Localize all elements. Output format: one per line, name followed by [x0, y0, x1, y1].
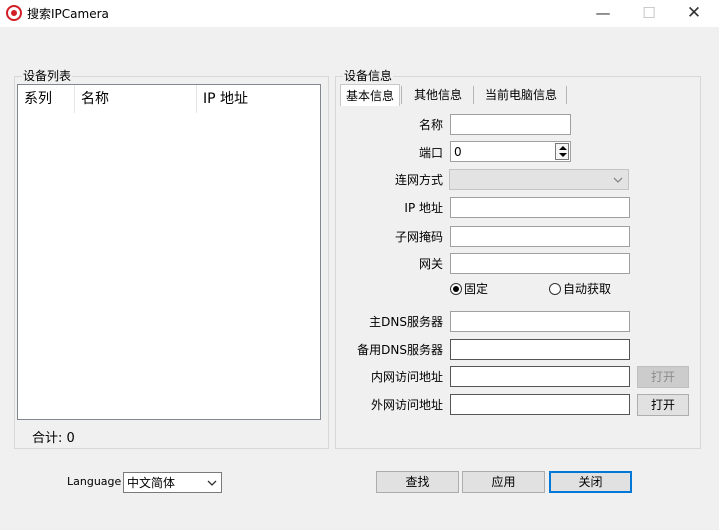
column-header-series[interactable]: 系列 [18, 85, 75, 113]
spin-up-icon[interactable] [559, 146, 567, 150]
tab-current-pc-info[interactable]: 当前电脑信息 [478, 84, 564, 106]
tab-separator [566, 86, 567, 104]
search-button[interactable]: 查找 [376, 471, 459, 493]
device-total-count: 合计: 0 [32, 431, 75, 446]
subnet-mask-input[interactable] [450, 226, 630, 247]
connection-mode-select[interactable] [449, 169, 629, 190]
open-wan-button[interactable]: 打开 [637, 394, 689, 416]
close-button[interactable]: 关闭 [549, 471, 632, 493]
language-value: 中文简体 [127, 476, 176, 490]
gateway-label: 网关 [418, 257, 443, 271]
tab-separator [401, 86, 402, 104]
column-header-ip[interactable]: IP 地址 [197, 85, 320, 113]
port-spin-control[interactable] [555, 143, 569, 160]
port-label: 端口 [418, 146, 443, 160]
wan-address-label: 外网访问地址 [370, 398, 443, 412]
device-list[interactable]: 系列 名称 IP 地址 [17, 84, 321, 420]
lan-address-input[interactable] [450, 366, 630, 387]
lan-address-label: 内网访问地址 [370, 370, 443, 384]
radio-fixed[interactable] [450, 283, 462, 295]
close-window-button[interactable]: ✕ [671, 0, 717, 27]
window-title: 搜索IPCamera [27, 7, 109, 21]
maximize-button[interactable]: ☐ [626, 0, 672, 27]
connection-mode-label: 连网方式 [394, 173, 443, 187]
tab-other-info[interactable]: 其他信息 [407, 84, 469, 106]
name-input[interactable] [450, 114, 571, 135]
ip-input[interactable] [450, 197, 630, 218]
device-list-group-label: 设备列表 [22, 69, 73, 83]
language-label: Language [67, 475, 122, 488]
secondary-dns-input[interactable] [450, 339, 630, 360]
wan-address-input[interactable] [450, 394, 630, 415]
chevron-down-icon [207, 480, 217, 486]
subnet-mask-label: 子网掩码 [394, 230, 443, 244]
column-header-name[interactable]: 名称 [75, 85, 197, 113]
radio-fixed-label[interactable]: 固定 [464, 281, 488, 297]
tab-separator [473, 86, 474, 104]
port-value: 0 [454, 145, 462, 159]
language-select[interactable]: 中文简体 [123, 472, 222, 493]
secondary-dns-label: 备用DNS服务器 [357, 343, 443, 357]
ip-label: IP 地址 [404, 201, 443, 215]
chevron-down-icon [613, 177, 623, 183]
apply-button[interactable]: 应用 [462, 471, 545, 493]
device-info-group-label: 设备信息 [343, 69, 394, 83]
radio-auto-label[interactable]: 自动获取 [563, 281, 611, 297]
tab-basic-info[interactable]: 基本信息 [340, 84, 400, 106]
primary-dns-label: 主DNS服务器 [369, 315, 443, 329]
spin-down-icon[interactable] [559, 153, 567, 157]
primary-dns-input[interactable] [450, 311, 630, 332]
title-bar: 搜索IPCamera — ☐ ✕ [0, 0, 719, 27]
open-lan-button[interactable]: 打开 [637, 366, 689, 388]
app-logo-icon [6, 5, 22, 21]
radio-auto[interactable] [549, 283, 561, 295]
port-stepper[interactable]: 0 [450, 141, 571, 162]
name-label: 名称 [418, 118, 443, 132]
gateway-input[interactable] [450, 253, 630, 274]
minimize-button[interactable]: — [580, 0, 626, 27]
